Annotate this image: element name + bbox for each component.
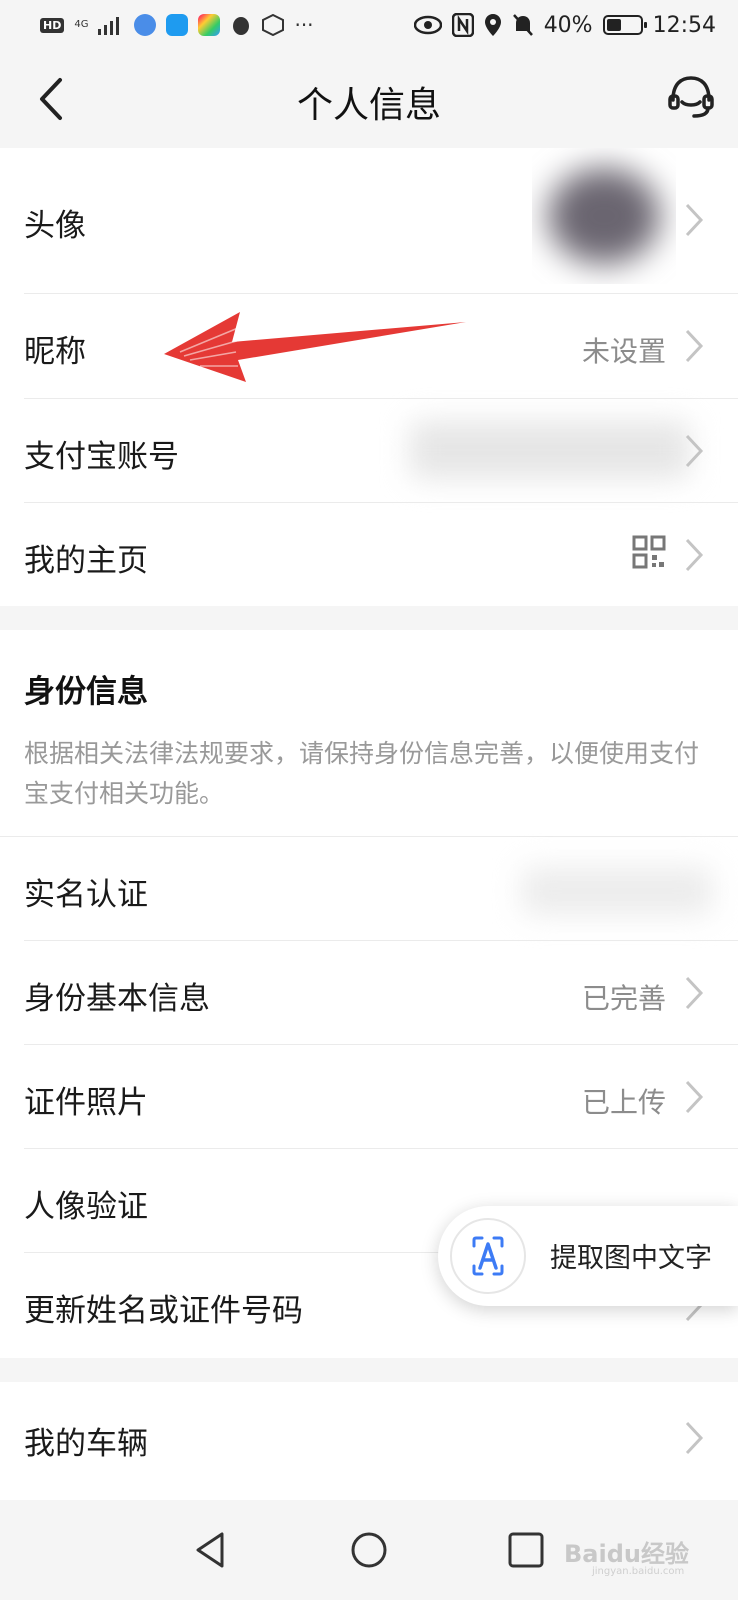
system-nav-bar: Baidu经验 jingyan.baidu.com xyxy=(0,1500,738,1600)
nfc-icon xyxy=(451,13,474,37)
eye-icon xyxy=(413,15,442,35)
basic-info-value: 已完善 xyxy=(581,982,666,1015)
hand-icon xyxy=(262,14,285,36)
clock: 12:54 xyxy=(652,12,716,38)
chevron-right-icon xyxy=(685,434,704,468)
realname-value-redacted xyxy=(522,867,712,915)
nav-recents-icon[interactable] xyxy=(506,1530,546,1570)
nav-home-icon[interactable] xyxy=(349,1530,389,1570)
homepage-label: 我的主页 xyxy=(24,543,148,579)
basic-info-label: 身份基本信息 xyxy=(24,981,210,1017)
nav-back-icon[interactable] xyxy=(192,1530,232,1570)
realname-label: 实名认证 xyxy=(24,877,148,913)
customer-service-icon[interactable] xyxy=(666,72,716,122)
extract-text-button[interactable]: 提取图中文字 xyxy=(438,1206,738,1306)
mute-icon xyxy=(512,14,533,36)
avatar-row[interactable]: 头像 xyxy=(0,148,738,293)
ocr-icon-circle xyxy=(450,1218,526,1294)
id-photo-value: 已上传 xyxy=(581,1086,666,1119)
chevron-right-icon xyxy=(685,538,704,572)
hd-indicator: HD xyxy=(40,17,65,33)
chevron-right-icon xyxy=(685,329,704,363)
watermark-url: jingyan.baidu.com xyxy=(592,1566,685,1577)
browser-app-icon xyxy=(134,14,157,36)
search-app-icon xyxy=(166,14,189,36)
identity-row-realname[interactable]: 实名认证 xyxy=(0,837,738,940)
identity-row-id-photo[interactable]: 证件照片 已上传 xyxy=(0,1045,738,1149)
page-title: 个人信息 xyxy=(296,85,441,126)
annotation-arrow xyxy=(164,312,466,382)
face-verify-label: 人像验证 xyxy=(24,1189,148,1225)
text-recognition-icon xyxy=(472,1236,504,1276)
avatar[interactable] xyxy=(532,148,676,284)
chevron-right-icon xyxy=(685,976,704,1010)
identity-row-basic-info[interactable]: 身份基本信息 已完善 xyxy=(0,941,738,1045)
nickname-label: 昵称 xyxy=(24,334,86,370)
section-title: 身份信息 xyxy=(24,674,148,710)
more-indicator: ··· xyxy=(294,13,314,37)
qr-code-icon xyxy=(632,535,666,569)
account-value-redacted xyxy=(410,421,690,479)
qq-icon xyxy=(233,17,250,35)
id-photo-label: 证件照片 xyxy=(24,1085,148,1121)
chevron-right-icon xyxy=(685,1421,704,1455)
account-label: 支付宝账号 xyxy=(24,439,179,475)
account-row[interactable]: 支付宝账号 xyxy=(0,399,738,503)
top-nav: 个人信息 xyxy=(0,52,738,148)
chevron-right-icon xyxy=(685,203,704,237)
homepage-row[interactable]: 我的主页 xyxy=(0,503,738,606)
vehicle-card: 我的车辆 xyxy=(0,1382,738,1500)
battery-percent: 40% xyxy=(543,12,593,38)
vehicle-row[interactable]: 我的车辆 xyxy=(0,1382,738,1500)
extract-text-label: 提取图中文字 xyxy=(550,1243,712,1274)
signal-icon xyxy=(98,17,120,35)
nickname-value: 未设置 xyxy=(581,335,666,368)
status-bar: HD 4G ··· 40% 12:54 xyxy=(0,0,738,52)
vehicle-label: 我的车辆 xyxy=(24,1426,148,1462)
location-icon xyxy=(484,14,501,36)
section-description: 根据相关法律法规要求，请保持身份信息完善，以便使用支付宝支付相关功能。 xyxy=(24,739,700,808)
update-name-label: 更新姓名或证件号码 xyxy=(24,1293,303,1329)
tool-app-icon xyxy=(198,14,221,36)
avatar-label: 头像 xyxy=(24,208,86,244)
network-indicator: 4G xyxy=(74,19,89,30)
watermark-logo: Baidu经验 xyxy=(564,1540,689,1568)
battery-icon xyxy=(602,15,647,35)
chevron-right-icon xyxy=(685,1080,704,1114)
